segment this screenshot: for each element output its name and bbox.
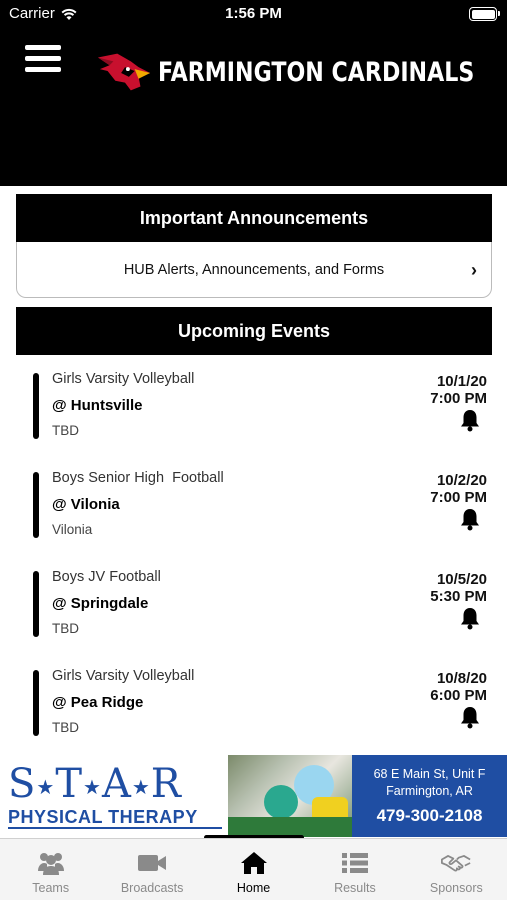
- sponsor-banner[interactable]: S★T★A★R PHYSICAL THERAPY 68 E Main St, U…: [0, 755, 507, 837]
- event-time: 7:00 PM: [430, 489, 487, 506]
- hamburger-menu-button[interactable]: [25, 45, 61, 73]
- event-date: 10/8/20: [436, 670, 487, 687]
- announcements-link[interactable]: HUB Alerts, Announcements, and Forms ›: [16, 242, 492, 298]
- tab-label: Results: [334, 881, 376, 895]
- tab-label: Home: [236, 881, 271, 895]
- announcements-link-label: HUB Alerts, Announcements, and Forms: [123, 261, 385, 278]
- event-accent-bar: [33, 472, 39, 538]
- video-camera-icon: [138, 855, 167, 871]
- tab-teams[interactable]: Teams: [0, 839, 101, 900]
- chevron-right-icon: ›: [471, 260, 477, 280]
- events-heading: Upcoming Events: [16, 307, 492, 355]
- brand: FARMINGTON CARDINALS: [96, 45, 507, 99]
- battery-icon: [469, 7, 500, 21]
- bell-icon[interactable]: [459, 606, 481, 630]
- event-time: 7:00 PM: [430, 390, 487, 407]
- events-list: Girls Varsity Volleyball @ Huntsville TB…: [0, 356, 507, 740]
- tab-results[interactable]: Results: [304, 839, 405, 900]
- event-date: 10/5/20: [436, 571, 487, 588]
- tab-label: Sponsors: [429, 881, 483, 895]
- tab-sponsors[interactable]: Sponsors: [406, 839, 507, 900]
- event-item[interactable]: Girls Varsity Volleyball @ Huntsville TB…: [0, 356, 507, 455]
- event-sport: Girls Varsity Volleyball: [52, 668, 195, 684]
- sponsor-phone: 479-300-2108: [376, 806, 483, 825]
- app-title: FARMINGTON CARDINALS: [158, 56, 475, 88]
- divider: [8, 827, 222, 829]
- event-sport: Boys JV Football: [52, 569, 161, 585]
- sponsor-photo: [228, 755, 352, 837]
- event-time: 5:30 PM: [430, 588, 487, 605]
- home-icon: [240, 852, 267, 874]
- users-icon: [37, 853, 64, 875]
- event-location: TBD: [52, 720, 79, 735]
- cardinal-bird-icon: [97, 53, 151, 91]
- announcements-heading: Important Announcements: [16, 194, 492, 242]
- event-accent-bar: [33, 571, 39, 637]
- sponsor-address-line2: Farmington, AR: [386, 784, 473, 798]
- event-item[interactable]: Girls Varsity Volleyball @ Pea Ridge TBD…: [0, 653, 507, 740]
- event-opponent: @ Huntsville: [52, 397, 143, 414]
- event-opponent: @ Pea Ridge: [52, 694, 144, 711]
- event-opponent: @ Vilonia: [52, 496, 120, 513]
- event-accent-bar: [33, 670, 39, 736]
- event-accent-bar: [33, 373, 39, 439]
- bell-icon[interactable]: [459, 408, 481, 432]
- sponsor-address-line1: 68 E Main St, Unit F: [373, 767, 486, 781]
- sponsor-logo: S★T★A★R PHYSICAL THERAPY: [0, 755, 228, 837]
- tab-home[interactable]: Home: [203, 839, 304, 900]
- event-location: TBD: [52, 621, 79, 636]
- bell-icon[interactable]: [459, 705, 481, 729]
- sponsor-info: 68 E Main St, Unit F Farmington, AR 479-…: [352, 755, 507, 837]
- sponsor-brand-bottom: PHYSICAL THERAPY: [8, 807, 198, 827]
- event-date: 10/2/20: [436, 472, 487, 489]
- event-sport: Girls Varsity Volleyball: [52, 371, 195, 387]
- tab-broadcasts[interactable]: Broadcasts: [101, 839, 202, 900]
- tab-label: Broadcasts: [120, 881, 184, 895]
- event-item[interactable]: Boys JV Football @ Springdale TBD 10/5/2…: [0, 554, 507, 653]
- bell-icon[interactable]: [459, 507, 481, 531]
- event-time: 6:00 PM: [430, 687, 487, 704]
- event-location: TBD: [52, 423, 79, 438]
- app-header: Carrier 1:56 PM FARMINGTON CARDINALS: [0, 0, 507, 186]
- sponsor-brand-top: S★T★A★R: [8, 761, 182, 807]
- handshake-icon: [441, 855, 471, 872]
- status-time: 1:56 PM: [225, 5, 282, 22]
- event-sport: Boys Senior High Football: [52, 470, 224, 486]
- tab-bar: Teams Broadcasts Home Results Sponsors: [0, 838, 507, 900]
- list-icon: [341, 853, 368, 873]
- status-bar: Carrier 1:56 PM: [0, 0, 507, 30]
- event-item[interactable]: Boys Senior High Football @ Vilonia Vilo…: [0, 455, 507, 554]
- tab-label: Teams: [32, 881, 70, 895]
- event-date: 10/1/20: [436, 373, 487, 390]
- event-opponent: @ Springdale: [52, 595, 149, 612]
- event-location: Vilonia: [52, 522, 93, 537]
